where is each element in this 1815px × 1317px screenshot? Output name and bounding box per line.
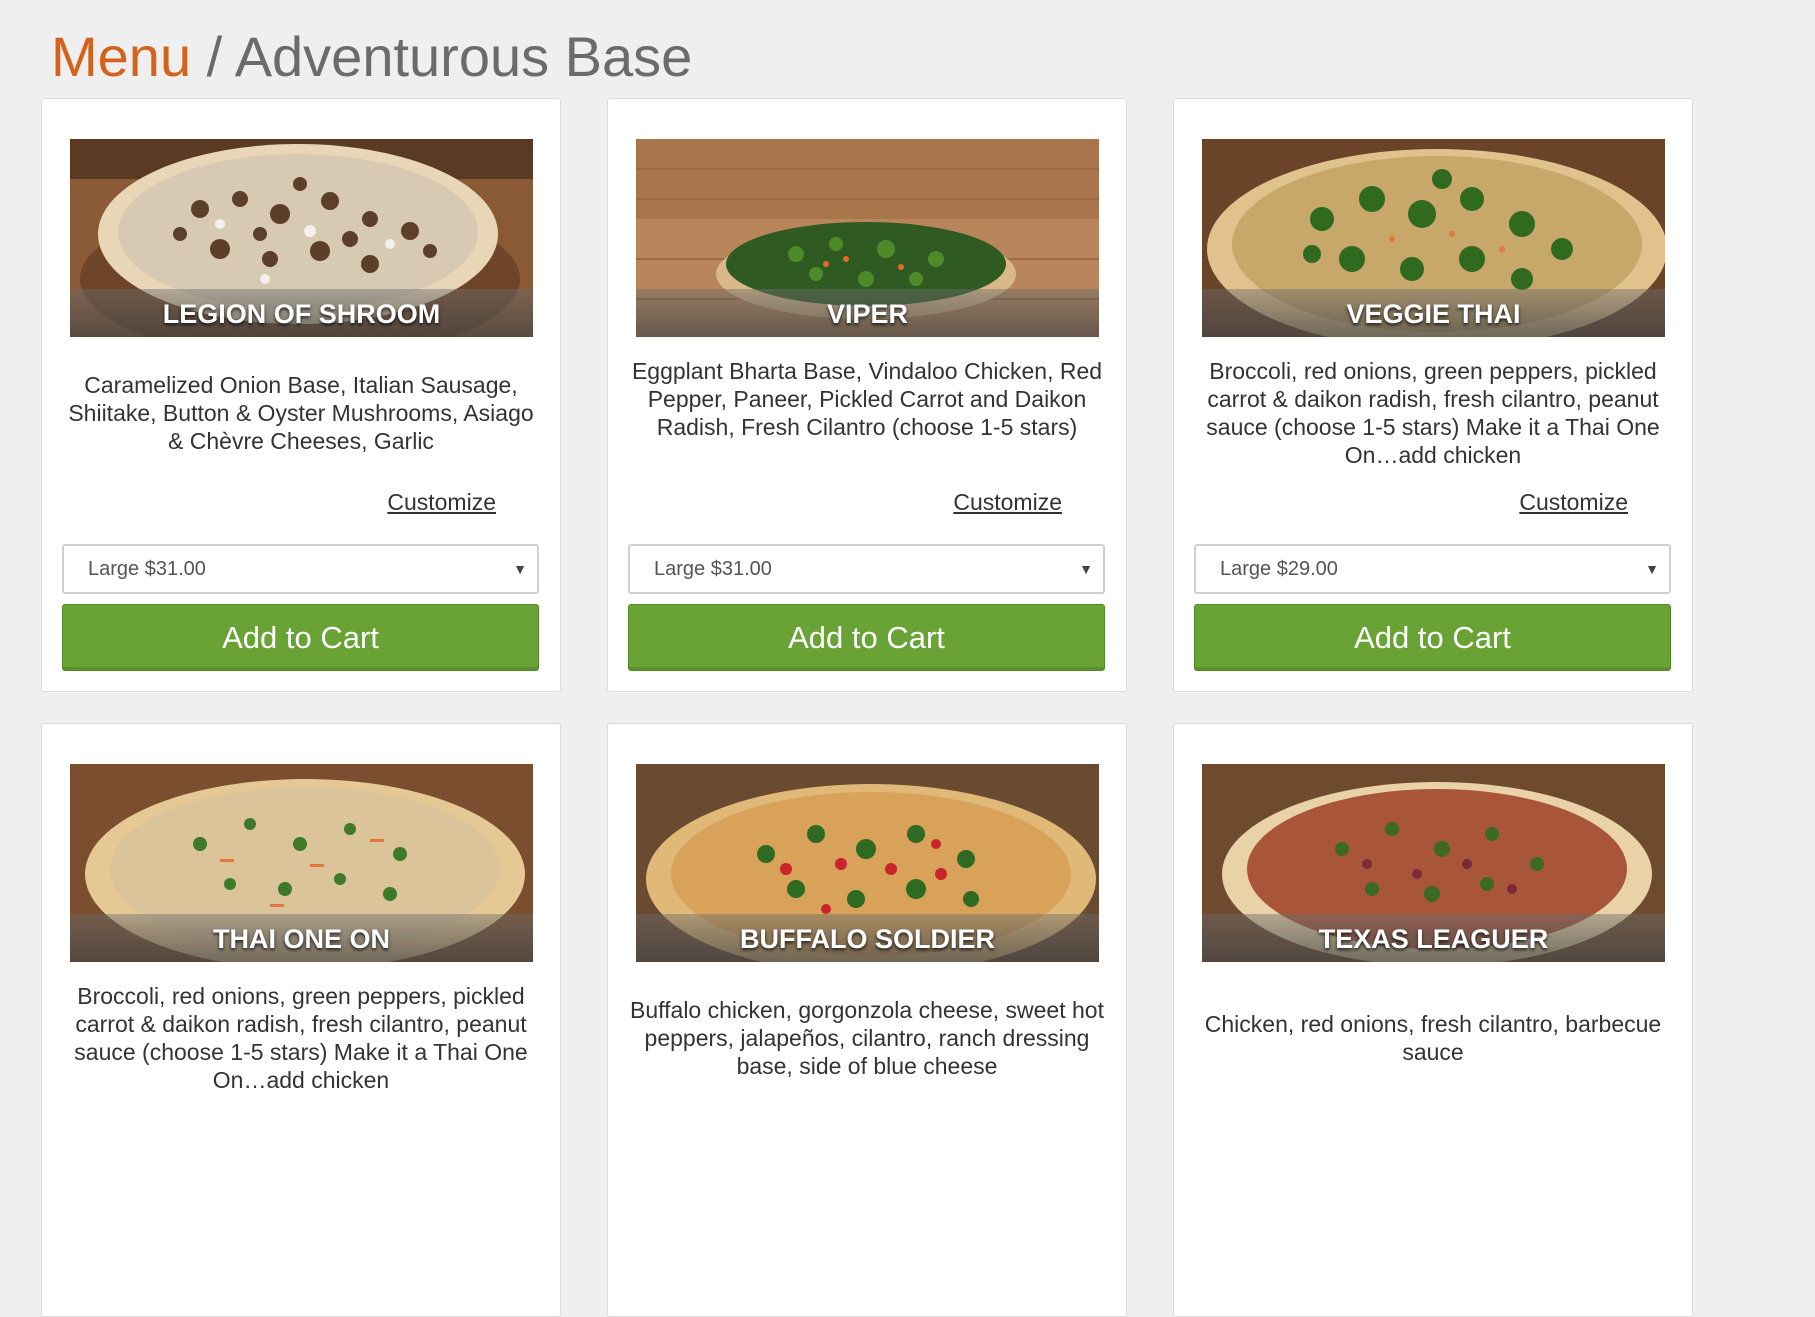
size-select-value: Large $29.00 — [1220, 558, 1338, 580]
pizza-mushroom-photo[interactable]: LEGION OF SHROOM — [70, 139, 533, 337]
caret-down-icon: ▼ — [1645, 561, 1659, 577]
pizza-name: VIPER — [636, 289, 1099, 337]
pizza-description: Eggplant Bharta Base, Vindaloo Chicken, … — [631, 358, 1103, 440]
pizza-description: Broccoli, red onions, green peppers, pic… — [74, 983, 528, 1093]
size-select-value: Large $31.00 — [654, 558, 772, 580]
menu-item-card: BUFFALO SOLDIER Buffalo chicken, gorgonz… — [607, 723, 1127, 1317]
size-select[interactable]: Large $31.00 ▼ — [628, 544, 1105, 594]
size-select[interactable]: Large $31.00 ▼ — [62, 544, 539, 594]
caret-down-icon: ▼ — [513, 561, 527, 577]
menu-item-card: LEGION OF SHROOM Caramelized Onion Base,… — [41, 98, 561, 692]
size-select-value: Large $31.00 — [88, 558, 206, 580]
menu-item-card: THAI ONE ON Broccoli, red onions, green … — [41, 723, 561, 1317]
pizza-bbq-photo[interactable]: TEXAS LEAGUER — [1202, 764, 1665, 962]
customize-link[interactable]: Customize — [387, 489, 496, 516]
breadcrumb-separator: / — [191, 25, 235, 88]
pizza-name: BUFFALO SOLDIER — [636, 914, 1099, 962]
pizza-description: Buffalo chicken, gorgonzola cheese, swee… — [630, 997, 1104, 1079]
menu-item-card: TEXAS LEAGUER Chicken, red onions, fresh… — [1173, 723, 1693, 1317]
pizza-name: LEGION OF SHROOM — [70, 289, 533, 337]
caret-down-icon: ▼ — [1079, 561, 1093, 577]
breadcrumb-current: Adventurous Base — [234, 25, 693, 88]
add-to-cart-button[interactable]: Add to Cart — [628, 604, 1105, 671]
pizza-name: VEGGIE THAI — [1202, 289, 1665, 337]
pizza-name: TEXAS LEAGUER — [1202, 914, 1665, 962]
pizza-greens-photo[interactable]: VIPER — [636, 139, 1099, 337]
pizza-description: Chicken, red onions, fresh cilantro, bar… — [1204, 1011, 1662, 1065]
pizza-description: Caramelized Onion Base, Italian Sausage,… — [68, 372, 534, 454]
menu-grid: LEGION OF SHROOM Caramelized Onion Base,… — [41, 98, 1693, 1317]
pizza-description: Broccoli, red onions, green peppers, pic… — [1206, 358, 1660, 468]
customize-link[interactable]: Customize — [1519, 489, 1628, 516]
pizza-broccoli-photo[interactable]: VEGGIE THAI — [1202, 139, 1665, 337]
page-title: Menu / Adventurous Base — [51, 22, 692, 92]
pizza-cilantro-photo[interactable]: THAI ONE ON — [70, 764, 533, 962]
menu-item-card: VEGGIE THAI Broccoli, red onions, green … — [1173, 98, 1693, 692]
menu-item-card: VIPER Eggplant Bharta Base, Vindaloo Chi… — [607, 98, 1127, 692]
size-select[interactable]: Large $29.00 ▼ — [1194, 544, 1671, 594]
pizza-name: THAI ONE ON — [70, 914, 533, 962]
add-to-cart-button[interactable]: Add to Cart — [62, 604, 539, 671]
pizza-peppers-photo[interactable]: BUFFALO SOLDIER — [636, 764, 1099, 962]
customize-link[interactable]: Customize — [953, 489, 1062, 516]
breadcrumb-menu-link[interactable]: Menu — [51, 25, 191, 88]
add-to-cart-button[interactable]: Add to Cart — [1194, 604, 1671, 671]
